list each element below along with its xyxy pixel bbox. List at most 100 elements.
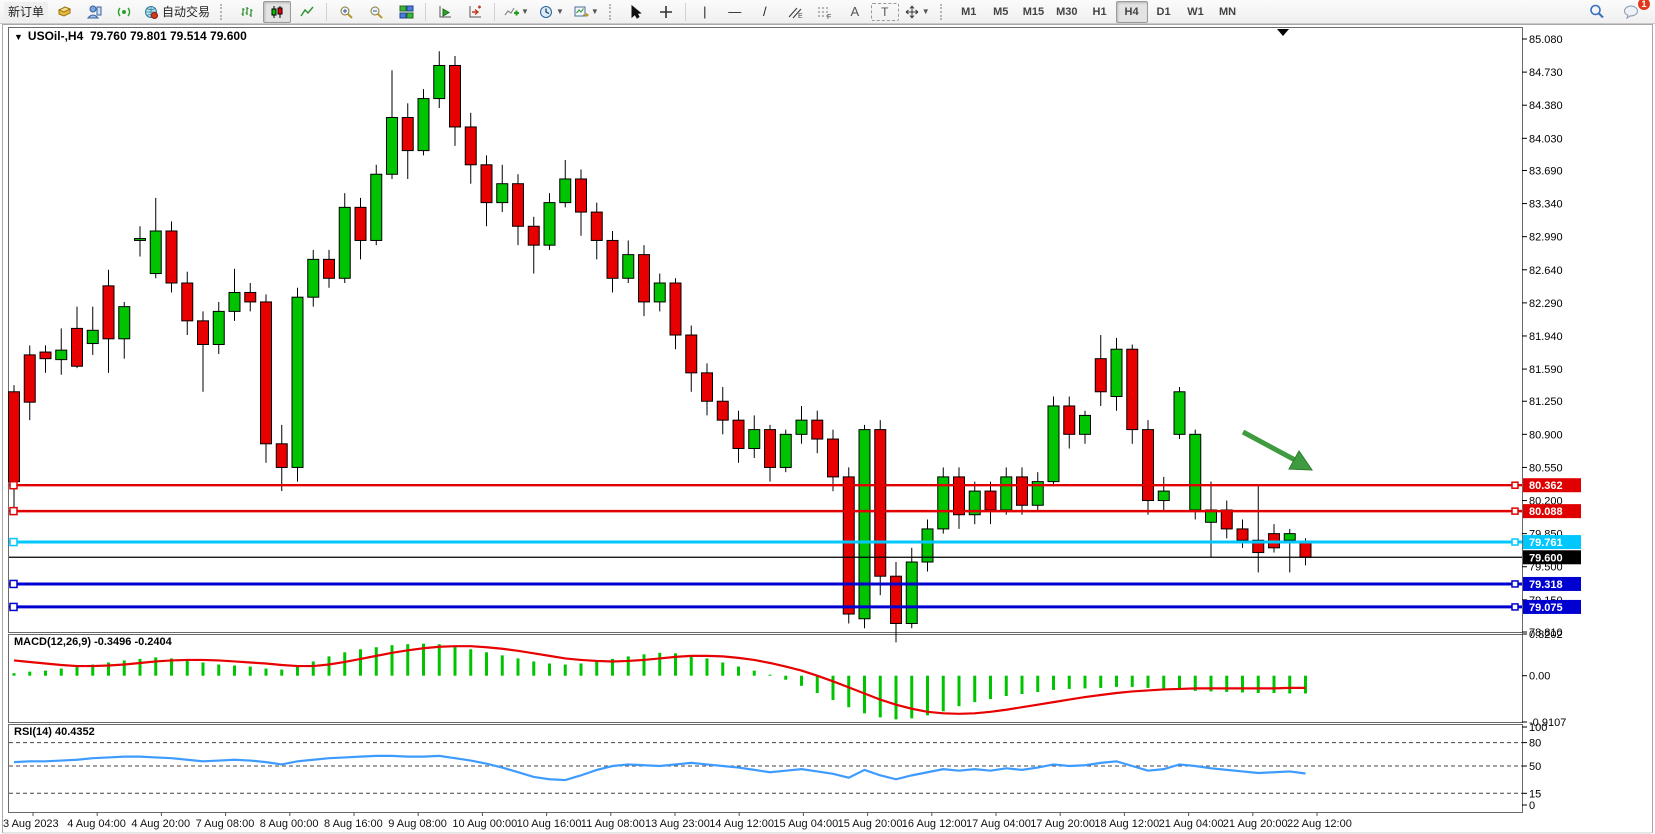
candle-body (623, 255, 634, 279)
autotrade-globe-icon[interactable]: 自动交易 (140, 1, 214, 23)
search-icon[interactable] (1583, 1, 1611, 23)
candle-body (1017, 477, 1028, 505)
time-axis-label[interactable]: 15 Aug 04:00 (773, 818, 838, 830)
candle-body (308, 259, 319, 297)
timeframe-button-m5[interactable]: M5 (985, 1, 1017, 23)
line-anchor-left[interactable] (10, 603, 17, 610)
price-axis-label: 81.250 (1529, 396, 1563, 408)
price-flag-label: 79.075 (1529, 602, 1563, 614)
auto-scroll-icon[interactable] (431, 1, 459, 23)
time-axis-label[interactable]: 4 Aug 20:00 (131, 818, 190, 830)
rsi-axis-label: 100 (1529, 722, 1547, 734)
trendline-icon[interactable]: / (751, 1, 779, 23)
candlestick-icon[interactable] (263, 1, 291, 23)
time-axis-label[interactable]: 18 Aug 12:00 (1094, 818, 1159, 830)
notification-badge: 1 (1638, 0, 1650, 10)
time-axis-label[interactable]: 10 Aug 16:00 (517, 818, 582, 830)
line-anchor-right[interactable] (1512, 604, 1518, 610)
time-axis-label[interactable]: 17 Aug 20:00 (1030, 818, 1095, 830)
toolbar-drag-handle[interactable] (609, 4, 616, 20)
line-anchor-right[interactable] (1512, 539, 1518, 545)
cursor-icon[interactable] (622, 1, 650, 23)
bar-chart-icon[interactable] (233, 1, 261, 23)
time-axis-label[interactable]: 21 Aug 04:00 (1159, 818, 1224, 830)
timeframe-button-h4[interactable]: H4 (1116, 1, 1148, 23)
line-anchor-right[interactable] (1512, 581, 1518, 587)
chart-shift-icon[interactable] (461, 1, 489, 23)
gold-book-icon[interactable] (50, 1, 78, 23)
candle-body (213, 311, 224, 344)
line-anchor-left[interactable] (10, 580, 17, 587)
time-axis-label[interactable]: 7 Aug 08:00 (196, 818, 255, 830)
candle-body (276, 444, 287, 468)
toolbar-drag-handle[interactable] (940, 4, 947, 20)
candle-body (576, 179, 587, 212)
timeframe-button-m15[interactable]: M15 (1017, 1, 1050, 23)
vertical-line-icon[interactable]: | (691, 1, 719, 23)
indicators-icon[interactable]: ▼ (500, 1, 533, 23)
chat-icon[interactable]: 1 (1617, 1, 1645, 23)
time-axis-label[interactable]: 15 Aug 20:00 (838, 818, 903, 830)
time-axis-label[interactable]: 10 Aug 00:00 (452, 818, 517, 830)
signals-icon[interactable] (110, 1, 138, 23)
time-axis-label[interactable]: 8 Aug 16:00 (324, 818, 383, 830)
timeframe-button-m30[interactable]: M30 (1050, 1, 1083, 23)
timeframe-button-m1[interactable]: M1 (953, 1, 985, 23)
fibonacci-icon[interactable]: F (811, 1, 839, 23)
line-anchor-right[interactable] (1512, 482, 1518, 488)
candle-body (859, 430, 870, 619)
tile-windows-icon[interactable] (392, 1, 420, 23)
line-anchor-left[interactable] (10, 482, 17, 489)
profile-icon[interactable] (80, 1, 108, 23)
time-axis-label[interactable]: 9 Aug 08:00 (388, 818, 447, 830)
chart-symbol-title[interactable]: ▼USOil-,H4 79.760 79.801 79.514 79.600 (14, 29, 247, 43)
time-axis-label[interactable]: 8 Aug 00:00 (260, 818, 319, 830)
profile-icon (87, 5, 102, 19)
line-chart-icon[interactable] (293, 1, 321, 23)
time-axis-label[interactable]: 4 Aug 04:00 (67, 818, 126, 830)
candle-body (733, 420, 744, 448)
line-anchor-right[interactable] (1512, 508, 1518, 514)
toolbar-drag-handle[interactable] (220, 4, 227, 20)
rsi-label-text: RSI(14) 40.4352 (14, 726, 95, 738)
new-order-button[interactable]: 新订单 (4, 2, 48, 22)
time-axis-label[interactable]: 13 Aug 23:00 (645, 818, 710, 830)
time-axis-label[interactable]: 22 Aug 12:00 (1287, 818, 1352, 830)
timeframe-button-d1[interactable]: D1 (1148, 1, 1180, 23)
time-axis-label[interactable]: 11 Aug 08:00 (581, 818, 645, 830)
crosshair-icon[interactable] (652, 1, 680, 23)
timeframe-button-h1[interactable]: H1 (1084, 1, 1116, 23)
zoom-in-icon[interactable] (332, 1, 360, 23)
price-chart-svg[interactable]: 85.08084.73084.38084.03083.69083.34082.9… (0, 24, 1655, 834)
time-axis-label[interactable]: 3 Aug 2023 (3, 818, 59, 830)
candle-body (450, 65, 461, 126)
price-axis-label: 81.940 (1529, 331, 1563, 343)
candle-body (906, 562, 917, 623)
timeframe-button-w1[interactable]: W1 (1180, 1, 1212, 23)
horizontal-line-icon[interactable]: — (721, 1, 749, 23)
periods-icon[interactable]: ▼ (535, 1, 568, 23)
zoom-out-icon[interactable] (362, 1, 390, 23)
text-label-icon[interactable]: T (871, 3, 899, 21)
time-axis-label[interactable]: 14 Aug 12:00 (709, 818, 774, 830)
candle-body (56, 350, 67, 359)
timeframe-button-mn[interactable]: MN (1212, 1, 1244, 23)
candle-body (1237, 529, 1248, 540)
candle-body (985, 491, 996, 510)
auto-trading-label: 自动交易 (162, 3, 210, 20)
line-anchor-left[interactable] (10, 539, 17, 546)
trendline-glyph: / (763, 5, 767, 18)
arrows-icon (905, 5, 920, 19)
line-anchor-left[interactable] (10, 508, 17, 515)
time-axis-label[interactable]: 17 Aug 04:00 (966, 818, 1031, 830)
templates-icon[interactable]: ▼ (570, 1, 603, 23)
candle-body (1095, 359, 1106, 392)
fibonacci-icon: F (817, 5, 833, 19)
candle-body (1221, 510, 1232, 529)
channel-icon[interactable]: E (781, 1, 809, 23)
arrows-icon[interactable]: ▼ (901, 1, 934, 23)
text-icon[interactable]: A (841, 1, 869, 23)
time-axis-label[interactable]: 16 Aug 12:00 (902, 818, 967, 830)
svg-text:F: F (827, 14, 831, 19)
time-axis-label[interactable]: 21 Aug 20:00 (1223, 818, 1288, 830)
